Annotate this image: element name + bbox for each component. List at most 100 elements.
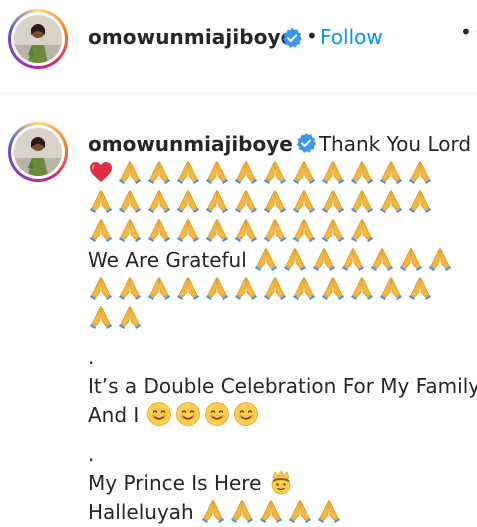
caption-line: Halleluyah bbox=[88, 498, 473, 527]
folded-hands-emoji-icon bbox=[320, 275, 346, 301]
folded-hands-emoji-icon bbox=[233, 217, 259, 243]
avatar-photo bbox=[14, 15, 62, 63]
caption-line: . bbox=[88, 343, 473, 372]
caption-line-text: Halleluyah bbox=[88, 500, 201, 524]
folded-hands-emoji-icon bbox=[369, 246, 395, 272]
folded-hands-emoji-icon bbox=[88, 275, 114, 301]
prince-emoji-icon bbox=[268, 469, 294, 495]
profile-avatar[interactable] bbox=[8, 9, 68, 69]
folded-hands-emoji-icon bbox=[175, 217, 201, 243]
folded-hands-emoji-icon bbox=[175, 159, 201, 185]
folded-hands-emoji-icon bbox=[204, 188, 230, 214]
folded-hands-emoji-icon bbox=[146, 275, 172, 301]
folded-hands-emoji-icon bbox=[204, 159, 230, 185]
verified-badge-icon bbox=[296, 132, 316, 153]
folded-hands-emoji-icon bbox=[407, 275, 433, 301]
folded-hands-emoji-icon bbox=[349, 275, 375, 301]
folded-hands-emoji-icon bbox=[407, 159, 433, 185]
caption-line-text: It’s a Double Celebration For My Family bbox=[88, 374, 477, 398]
caption-intro: Thank You Lord bbox=[318, 132, 472, 156]
folded-hands-emoji-icon bbox=[407, 188, 433, 214]
folded-hands-emoji-icon bbox=[291, 159, 317, 185]
folded-hands-emoji-icon bbox=[291, 188, 317, 214]
folded-hands-emoji-icon bbox=[204, 217, 230, 243]
folded-hands-emoji-icon bbox=[291, 275, 317, 301]
follow-button[interactable]: Follow bbox=[320, 25, 383, 49]
folded-hands-emoji-icon bbox=[320, 159, 346, 185]
avatar-photo bbox=[14, 128, 62, 176]
caption-avatar[interactable] bbox=[8, 122, 68, 182]
smiling-face-emoji-icon bbox=[204, 401, 230, 427]
caption-line bbox=[88, 275, 473, 304]
folded-hands-emoji-icon bbox=[291, 217, 317, 243]
folded-hands-emoji-icon bbox=[378, 275, 404, 301]
folded-hands-emoji-icon bbox=[287, 498, 313, 524]
folded-hands-emoji-icon bbox=[262, 275, 288, 301]
folded-hands-emoji-icon bbox=[233, 188, 259, 214]
folded-hands-emoji-icon bbox=[262, 217, 288, 243]
folded-hands-emoji-icon bbox=[378, 159, 404, 185]
post-username[interactable]: omowunmiajiboye bbox=[88, 25, 294, 49]
more-options-icon[interactable]: •• bbox=[460, 20, 477, 44]
caption-line: We Are Grateful bbox=[88, 246, 473, 275]
folded-hands-emoji-icon bbox=[320, 188, 346, 214]
folded-hands-emoji-icon bbox=[146, 217, 172, 243]
folded-hands-emoji-icon bbox=[233, 275, 259, 301]
smiling-face-emoji-icon bbox=[146, 401, 172, 427]
caption-line-text: . bbox=[88, 345, 95, 369]
post-caption: omowunmiajiboye Thank You Lord We Are Gr… bbox=[88, 130, 477, 527]
caption-line bbox=[88, 304, 473, 333]
folded-hands-emoji-icon bbox=[349, 188, 375, 214]
smiling-face-emoji-icon bbox=[233, 401, 259, 427]
caption-line-text: And I bbox=[88, 403, 146, 427]
folded-hands-emoji-icon bbox=[311, 246, 337, 272]
folded-hands-emoji-icon bbox=[117, 217, 143, 243]
caption-body: We Are Grateful . It’s a Double Celebrati… bbox=[88, 159, 477, 527]
caption-line: . bbox=[88, 440, 473, 469]
caption-line-text: . bbox=[88, 442, 95, 466]
folded-hands-emoji-icon bbox=[88, 188, 114, 214]
folded-hands-emoji-icon bbox=[262, 188, 288, 214]
folded-hands-emoji-icon bbox=[175, 188, 201, 214]
separator-dot: • bbox=[306, 24, 318, 48]
folded-hands-emoji-icon bbox=[316, 498, 342, 524]
post-header: omowunmiajiboye • Follow •• bbox=[0, 0, 477, 78]
caption-line-text: We Are Grateful bbox=[88, 248, 254, 272]
header-divider bbox=[0, 93, 477, 94]
folded-hands-emoji-icon bbox=[320, 217, 346, 243]
caption-first-line: omowunmiajiboye Thank You Lord bbox=[88, 130, 473, 159]
caption-line bbox=[88, 159, 473, 188]
folded-hands-emoji-icon bbox=[349, 217, 375, 243]
folded-hands-emoji-icon bbox=[398, 246, 424, 272]
caption-line: It’s a Double Celebration For My Family bbox=[88, 372, 477, 401]
folded-hands-emoji-icon bbox=[146, 159, 172, 185]
caption-line: My Prince Is Here bbox=[88, 469, 473, 498]
caption-username[interactable]: omowunmiajiboye bbox=[88, 132, 293, 156]
folded-hands-emoji-icon bbox=[200, 498, 226, 524]
folded-hands-emoji-icon bbox=[204, 275, 230, 301]
folded-hands-emoji-icon bbox=[262, 159, 288, 185]
folded-hands-emoji-icon bbox=[117, 275, 143, 301]
folded-hands-emoji-icon bbox=[233, 159, 259, 185]
folded-hands-emoji-icon bbox=[117, 159, 143, 185]
folded-hands-emoji-icon bbox=[88, 217, 114, 243]
folded-hands-emoji-icon bbox=[340, 246, 366, 272]
folded-hands-emoji-icon bbox=[282, 246, 308, 272]
folded-hands-emoji-icon bbox=[378, 188, 404, 214]
caption-line-text: My Prince Is Here bbox=[88, 471, 268, 495]
caption-line: And I bbox=[88, 401, 473, 430]
smiling-face-emoji-icon bbox=[175, 401, 201, 427]
folded-hands-emoji-icon bbox=[88, 304, 114, 330]
folded-hands-emoji-icon bbox=[117, 304, 143, 330]
folded-hands-emoji-icon bbox=[175, 275, 201, 301]
folded-hands-emoji-icon bbox=[427, 246, 453, 272]
folded-hands-emoji-icon bbox=[146, 188, 172, 214]
folded-hands-emoji-icon bbox=[229, 498, 255, 524]
folded-hands-emoji-icon bbox=[117, 188, 143, 214]
folded-hands-emoji-icon bbox=[349, 159, 375, 185]
folded-hands-emoji-icon bbox=[258, 498, 284, 524]
folded-hands-emoji-icon bbox=[253, 246, 279, 272]
caption-line bbox=[88, 217, 473, 246]
